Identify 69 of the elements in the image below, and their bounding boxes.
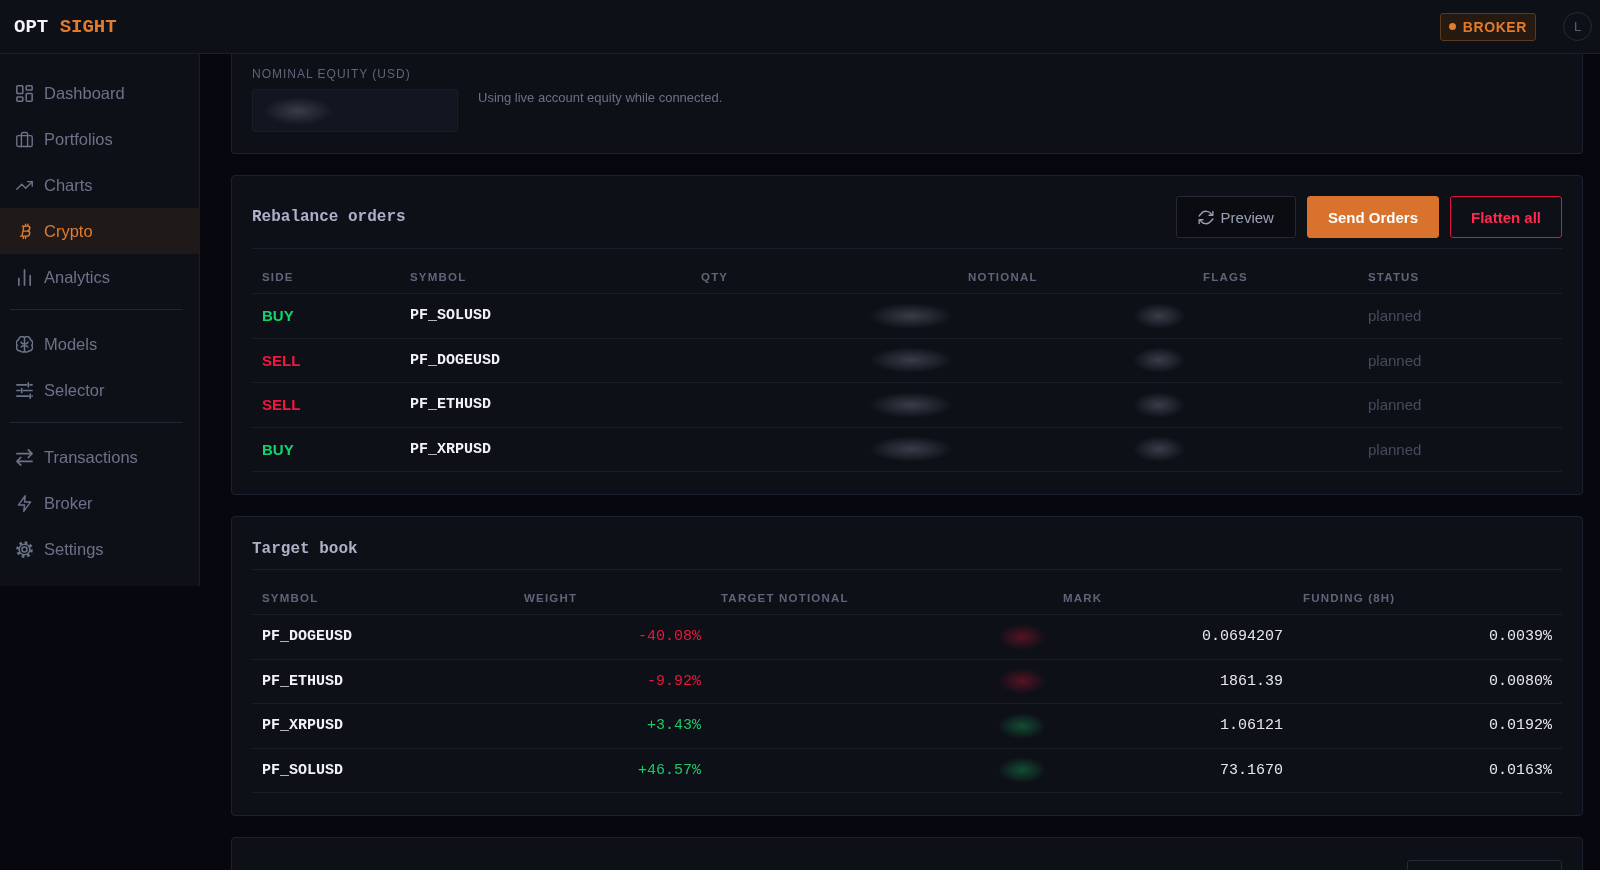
grid-icon xyxy=(16,84,33,102)
preview-button[interactable]: Preview xyxy=(1175,196,1296,238)
column-header: SYMBOL xyxy=(261,591,320,606)
table-cell-text: BUY xyxy=(261,306,295,327)
table-cell-text: PF_SOLUSD xyxy=(261,760,344,781)
table-cell-text: -9.92% xyxy=(646,671,702,692)
table-cell-text: 0.0039% xyxy=(1488,627,1553,648)
column-header: SYMBOL xyxy=(409,270,468,285)
column-header: NOTIONAL xyxy=(967,270,1039,285)
table-cell-text: BUY xyxy=(261,439,295,460)
column-header: QTY xyxy=(700,270,730,285)
two-way-arrows-icon xyxy=(16,448,33,466)
column-header: FUNDING (8H) xyxy=(1302,591,1397,606)
input-field[interactable] xyxy=(252,89,458,132)
table-cell-text: 1.06121 xyxy=(1219,716,1284,737)
table-cell-text: PF_DOGEUSD xyxy=(409,350,501,371)
column-header: MARK xyxy=(1062,591,1104,606)
table-cell-text: 0.0080% xyxy=(1488,671,1553,692)
nav-item[interactable]: Portfolios xyxy=(0,116,199,162)
table-cell-text: PF_ETHUSD xyxy=(409,395,492,416)
section-title: Rebalance orders xyxy=(252,207,406,228)
column-header: TARGET NOTIONAL xyxy=(720,591,850,606)
nav-item[interactable]: Broker xyxy=(0,480,199,526)
column-header: FLAGS xyxy=(1202,270,1249,285)
table-cell-text: +46.57% xyxy=(637,760,702,781)
column-header: WEIGHT xyxy=(523,591,579,606)
table-cell-text: 0.0694207 xyxy=(1201,627,1284,648)
status-dot-icon xyxy=(1448,23,1456,30)
table-cell-text: 0.0163% xyxy=(1488,760,1553,781)
table-cell-text: 0.0192% xyxy=(1488,716,1553,737)
hint-text: Using live account equity while connected. xyxy=(478,89,723,107)
broker-label: BROKER xyxy=(1462,18,1527,35)
table-cell-text: SELL xyxy=(261,395,302,416)
bar-chart-icon xyxy=(16,268,33,286)
table-cell-text: +3.43% xyxy=(646,716,702,737)
table-cell-text: planned xyxy=(1367,350,1423,371)
refresh-icon xyxy=(1197,209,1214,225)
table-cell-text: 73.1670 xyxy=(1219,760,1284,781)
column-header: STATUS xyxy=(1367,270,1421,285)
flatten-all-button[interactable]: Flatten all xyxy=(1450,196,1562,238)
nav-item[interactable]: Models xyxy=(0,321,199,367)
send-orders-button[interactable]: Send Orders xyxy=(1306,196,1439,238)
settings-icon xyxy=(16,540,33,558)
nav-item[interactable]: Dashboard xyxy=(0,70,199,116)
table-cell-text: PF_DOGEUSD xyxy=(261,627,353,648)
table-cell-text: 1861.39 xyxy=(1219,671,1284,692)
nav-item[interactable]: Crypto xyxy=(0,208,199,254)
lightning-icon xyxy=(16,494,33,512)
brain-icon xyxy=(16,335,33,353)
nav-item[interactable]: Analytics xyxy=(0,254,199,300)
app-logo: OPT SIGHT xyxy=(14,15,117,38)
nav-item[interactable]: Transactions xyxy=(0,434,199,480)
nav-item[interactable]: Selector xyxy=(0,367,199,413)
briefcase-icon xyxy=(16,130,33,148)
sliders-icon xyxy=(16,381,33,399)
table-cell-text: planned xyxy=(1367,439,1423,460)
table-cell-text: SELL xyxy=(261,350,302,371)
table-cell-text: PF_XRPUSD xyxy=(409,439,492,460)
nav-item[interactable]: Charts xyxy=(0,162,199,208)
table-cell-text: -40.08% xyxy=(637,627,702,648)
table-cell-text: planned xyxy=(1367,395,1423,416)
column-header: SIDE xyxy=(261,270,295,285)
table-cell-text: planned xyxy=(1367,306,1423,327)
table-cell-text: PF_ETHUSD xyxy=(261,671,344,692)
table-cell-text: PF_SOLUSD xyxy=(409,306,492,327)
nav-item[interactable]: Settings xyxy=(0,526,199,572)
field-label: NOMINAL EQUITY (USD) xyxy=(252,67,412,81)
section-title: Target book xyxy=(252,539,358,560)
table-cell-text: PF_XRPUSD xyxy=(261,716,344,737)
